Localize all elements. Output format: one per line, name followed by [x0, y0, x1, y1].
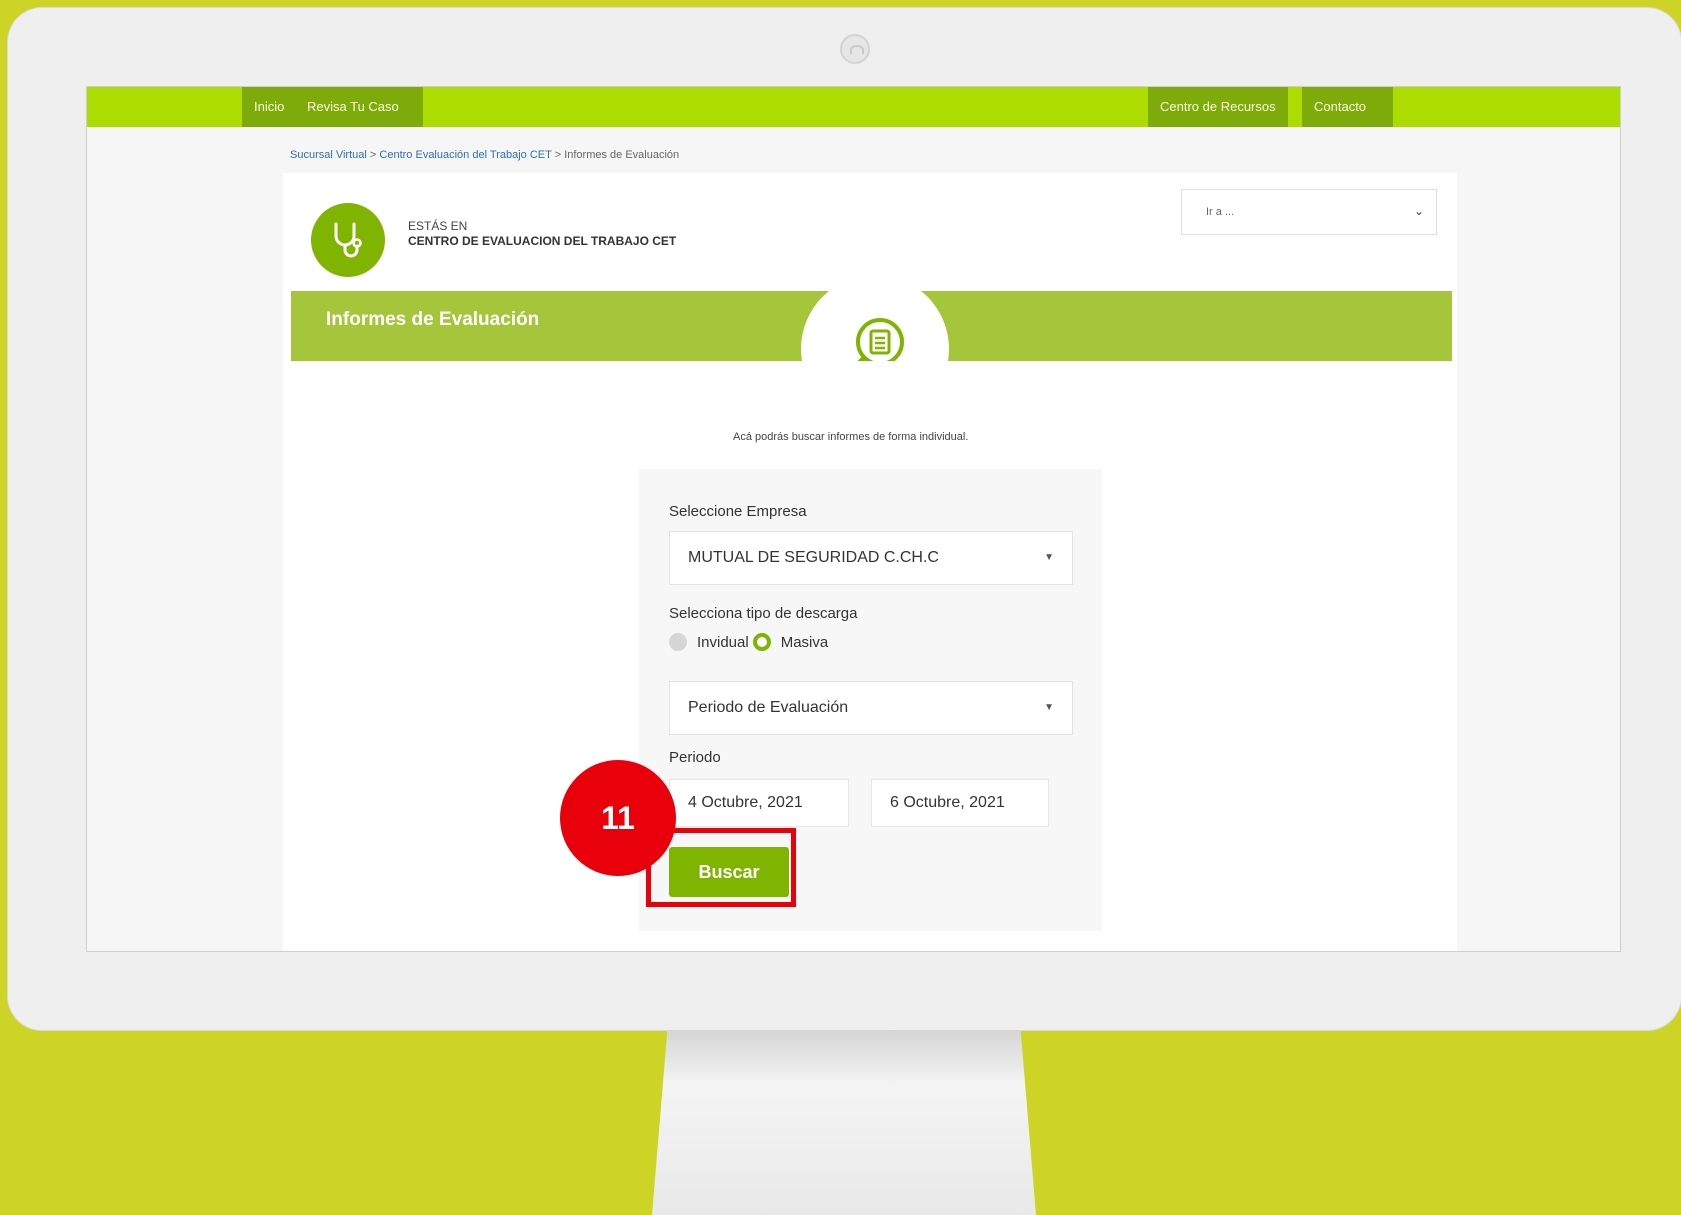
- banner-mask: [291, 361, 1452, 431]
- caret-down-icon: ▼: [1044, 702, 1054, 713]
- fecha-desde-input[interactable]: 4 Octubre, 2021: [669, 779, 849, 827]
- monitor-frame: Inicio Revisa Tu Caso Centro de Recursos…: [8, 8, 1681, 1030]
- camera-icon: [840, 34, 870, 64]
- periodo-evaluacion-value: Periodo de Evaluación: [688, 699, 849, 716]
- current-section-title: CENTRO DE EVALUACION DEL TRABAJO CET: [408, 234, 677, 248]
- monitor-stand: [652, 1030, 1036, 1215]
- periodo-evaluacion-select[interactable]: Periodo de Evaluación ▼: [669, 681, 1073, 735]
- breadcrumb-separator: >: [369, 149, 377, 161]
- main-content: ESTÁS EN CENTRO DE EVALUACION DEL TRABAJ…: [283, 173, 1457, 951]
- breadcrumb: Sucursal Virtual > Centro Evaluación del…: [290, 149, 679, 161]
- browser-screen: Inicio Revisa Tu Caso Centro de Recursos…: [86, 86, 1621, 952]
- caret-down-icon: ▼: [1044, 552, 1054, 563]
- estas-en-label: ESTÁS EN: [408, 219, 468, 233]
- breadcrumb-sucursal-virtual[interactable]: Sucursal Virtual: [290, 149, 367, 161]
- radio-individual[interactable]: [669, 633, 687, 651]
- nav-inicio[interactable]: Inicio: [242, 87, 297, 127]
- nav-revisa-tu-caso[interactable]: Revisa Tu Caso: [295, 87, 423, 127]
- periodo-label: Periodo: [669, 749, 721, 766]
- stethoscope-icon: [311, 203, 385, 277]
- empresa-select[interactable]: MUTUAL DE SEGURIDAD C.CH.C ▼: [669, 531, 1073, 585]
- top-nav: Inicio Revisa Tu Caso Centro de Recursos…: [87, 87, 1620, 127]
- nav-centro-de-recursos[interactable]: Centro de Recursos: [1148, 87, 1288, 127]
- chevron-down-icon: ⌄: [1413, 204, 1424, 218]
- tipo-descarga-radios: Invidual Masiva: [669, 633, 828, 651]
- empresa-value: MUTUAL DE SEGURIDAD C.CH.C: [688, 549, 939, 566]
- breadcrumb-centro-evaluacion[interactable]: Centro Evaluación del Trabajo CET: [379, 149, 551, 161]
- ir-a-placeholder: Ir a ...: [1206, 206, 1235, 218]
- page-title: Informes de Evaluación: [326, 309, 540, 330]
- intro-text: Acá podrás buscar informes de forma indi…: [733, 431, 969, 443]
- breadcrumb-separator: >: [554, 149, 562, 161]
- radio-masiva-label[interactable]: Masiva: [781, 634, 829, 651]
- tipo-descarga-label: Selecciona tipo de descarga: [669, 605, 858, 622]
- empresa-label: Seleccione Empresa: [669, 503, 807, 520]
- breadcrumb-current: Informes de Evaluación: [564, 149, 680, 161]
- radio-masiva[interactable]: [752, 633, 771, 651]
- section-banner: Informes de Evaluación: [291, 275, 1452, 431]
- step-number-badge: 11: [560, 760, 676, 876]
- ir-a-select[interactable]: Ir a ... ⌄: [1181, 189, 1437, 235]
- nav-contacto[interactable]: Contacto: [1302, 87, 1393, 127]
- fecha-hasta-input[interactable]: 6 Octubre, 2021: [871, 779, 1049, 827]
- radio-individual-label[interactable]: Invidual: [697, 634, 749, 651]
